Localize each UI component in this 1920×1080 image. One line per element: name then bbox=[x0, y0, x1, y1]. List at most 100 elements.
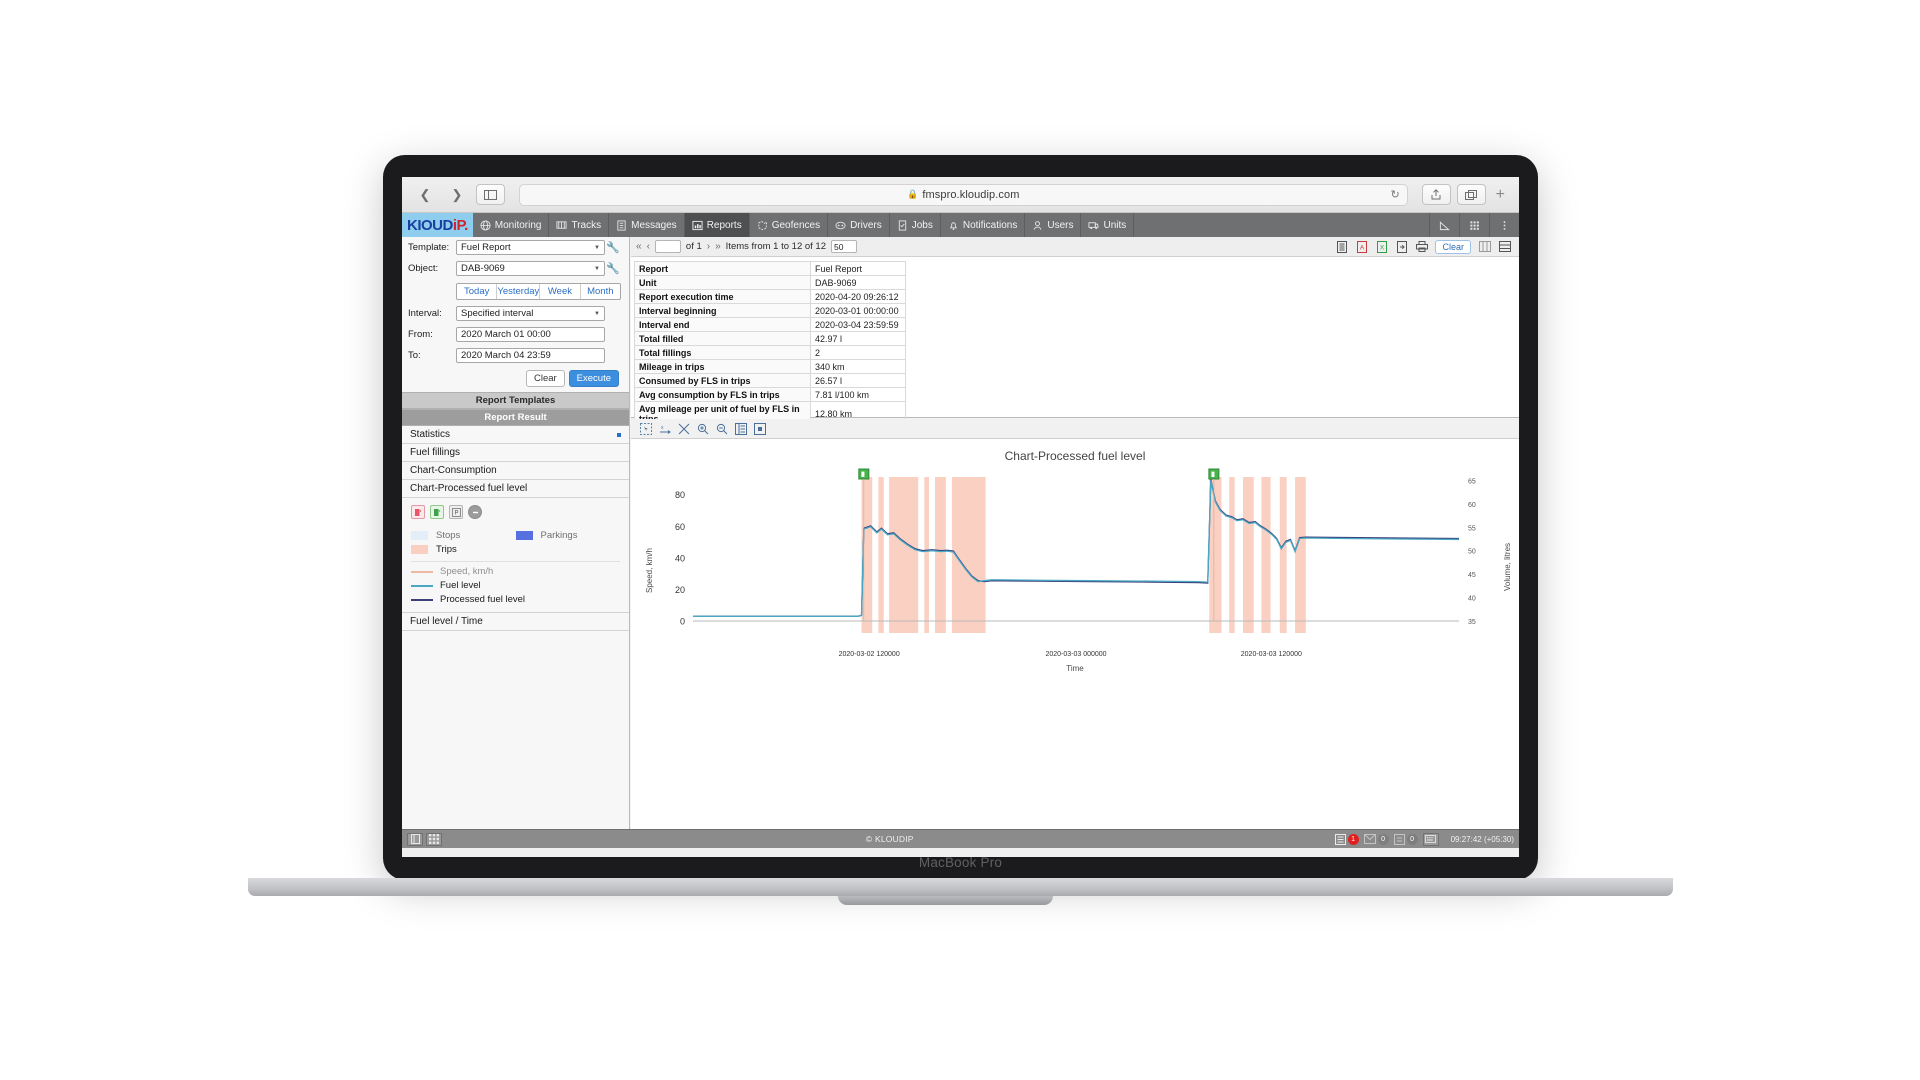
last-page-icon[interactable]: » bbox=[715, 241, 721, 252]
chart-svg: 0 20 40 60 80 35 40 45 50 55 60 65 bbox=[675, 468, 1476, 633]
template-select[interactable]: Fuel Report ▼ bbox=[456, 240, 605, 255]
table-row: Total fillings 2 bbox=[634, 345, 906, 360]
object-wrench-icon[interactable]: 🔧 bbox=[605, 262, 621, 275]
back-icon[interactable]: ❮ bbox=[412, 184, 438, 205]
columns-icon[interactable] bbox=[1478, 240, 1491, 253]
legend-row-speed: Speed, km/h bbox=[411, 566, 620, 577]
report-templates-header[interactable]: Report Templates bbox=[402, 392, 629, 409]
new-tab-icon[interactable] bbox=[1456, 184, 1486, 205]
nav-item-reports[interactable]: Reports bbox=[684, 213, 750, 237]
quick-range-yesterday[interactable]: Yesterday bbox=[497, 284, 541, 299]
nav-item-drivers[interactable]: Drivers bbox=[828, 213, 890, 237]
clock-text: 09:27:42 (+05:30) bbox=[1450, 834, 1514, 844]
accordion-label: Statistics bbox=[410, 429, 451, 440]
zoom-x-icon[interactable]: x bbox=[658, 422, 671, 435]
first-page-icon[interactable]: « bbox=[636, 241, 642, 252]
nav-item-notifications[interactable]: Notifications bbox=[941, 213, 1026, 237]
rows-icon[interactable] bbox=[1498, 240, 1511, 253]
export-file-icon[interactable] bbox=[1335, 240, 1348, 253]
quick-range-week[interactable]: Week bbox=[540, 284, 581, 299]
select-region-icon[interactable] bbox=[639, 422, 652, 435]
accordion-item-chart-consumption[interactable]: Chart-Consumption bbox=[402, 462, 629, 480]
sidebar-toggle-icon[interactable] bbox=[476, 184, 505, 205]
accordion-item-chart-processed-fuel-level[interactable]: Chart-Processed fuel level bbox=[402, 480, 629, 498]
nav-item-geofences[interactable]: Geofences bbox=[750, 213, 829, 237]
kloudip-logo[interactable]: KI OUD i P. bbox=[402, 213, 473, 237]
row-value: 26.57 l bbox=[810, 373, 906, 388]
zoom-in-icon[interactable] bbox=[696, 422, 709, 435]
keyboard-icon[interactable] bbox=[1422, 832, 1439, 846]
accordion-item-fuel-fillings[interactable]: Fuel fillings bbox=[402, 444, 629, 462]
reset-view-icon[interactable] bbox=[753, 422, 766, 435]
hide-markers-icon[interactable] bbox=[468, 505, 482, 519]
nav-item-messages[interactable]: Messages bbox=[609, 213, 685, 237]
logo-part-4: P. bbox=[456, 216, 469, 234]
events-counter[interactable]: 1 bbox=[1334, 833, 1359, 845]
legend-divider bbox=[411, 561, 620, 562]
legend-toggle-icon[interactable] bbox=[734, 422, 747, 435]
nav-item-jobs[interactable]: Jobs bbox=[890, 213, 941, 237]
nav-item-measure[interactable] bbox=[1429, 213, 1459, 237]
chevron-down-icon: ▼ bbox=[594, 244, 600, 251]
interval-select[interactable]: Specified interval ▼ bbox=[456, 306, 605, 321]
interval-value: Specified interval bbox=[461, 308, 534, 319]
nav-label: Reports bbox=[706, 219, 742, 231]
template-wrench-icon[interactable]: 🔧 bbox=[605, 241, 621, 254]
prev-page-icon[interactable]: ‹ bbox=[647, 241, 650, 252]
chart-legend: Stops Parkings Trips Speed, km/h Fuel le… bbox=[402, 525, 629, 612]
interval-label: Interval: bbox=[408, 308, 442, 319]
export-excel-icon[interactable]: X bbox=[1375, 240, 1388, 253]
quick-range-month[interactable]: Month bbox=[581, 284, 620, 299]
svg-text:20: 20 bbox=[675, 585, 685, 595]
reload-icon[interactable]: ↻ bbox=[1390, 188, 1399, 201]
execute-button[interactable]: Execute bbox=[568, 370, 619, 387]
plus-icon[interactable]: + bbox=[1492, 186, 1509, 204]
nav-item-tracks[interactable]: Tracks bbox=[549, 213, 610, 237]
zoom-out-icon[interactable] bbox=[715, 422, 728, 435]
accordion-item-statistics[interactable]: Statistics bbox=[402, 426, 629, 444]
nav-label: Tracks bbox=[571, 219, 602, 231]
row-value: 340 km bbox=[810, 359, 906, 374]
quick-range-today[interactable]: Today bbox=[457, 284, 498, 299]
to-input[interactable]: 2020 March 04 23:59 bbox=[456, 348, 605, 363]
zoom-xy-icon[interactable] bbox=[677, 422, 690, 435]
from-input[interactable]: 2020 March 01 00:00 bbox=[456, 327, 605, 342]
svg-text:55: 55 bbox=[1468, 525, 1476, 532]
screen: ❮ ❯ 🔒 fmspro.kloudip.com ↻ + KIOUDiP. bbox=[402, 177, 1519, 857]
import-icon[interactable] bbox=[1395, 240, 1408, 253]
next-page-icon[interactable]: › bbox=[707, 241, 710, 252]
chevron-down-icon: ▼ bbox=[594, 265, 600, 272]
chart-marker-toolbar: P bbox=[402, 498, 629, 525]
object-select[interactable]: DAB-9069 ▼ bbox=[456, 261, 605, 276]
nav-item-apps[interactable] bbox=[1459, 213, 1489, 237]
geofence-icon bbox=[758, 220, 767, 230]
parkings-swatch bbox=[515, 531, 533, 540]
nav-item-users[interactable]: Users bbox=[1025, 213, 1082, 237]
laptop-mockup: ❮ ❯ 🔒 fmspro.kloudip.com ↻ + KIOUDiP. bbox=[248, 155, 1673, 915]
legend-trips: Trips bbox=[411, 544, 543, 555]
messages-counter[interactable]: 0 bbox=[1363, 833, 1389, 845]
fuel-level-time-item[interactable]: Fuel level / Time bbox=[402, 612, 629, 631]
notifications-counter[interactable]: 0 bbox=[1393, 833, 1418, 845]
forward-icon[interactable]: ❯ bbox=[444, 184, 470, 205]
user-icon bbox=[1033, 220, 1042, 230]
nav-item-more[interactable] bbox=[1489, 213, 1519, 237]
export-pdf-icon[interactable]: A bbox=[1355, 240, 1368, 253]
print-icon[interactable] bbox=[1415, 240, 1428, 253]
grid-view-icon[interactable] bbox=[426, 832, 442, 846]
report-result-header[interactable]: Report Result bbox=[402, 409, 629, 426]
nav-item-units[interactable]: Units bbox=[1081, 213, 1135, 237]
page-number-input[interactable] bbox=[654, 240, 681, 253]
fuel-theft-icon[interactable] bbox=[430, 505, 444, 519]
panel-toggle-icon[interactable] bbox=[407, 832, 423, 846]
page-size-select[interactable]: 50 bbox=[831, 240, 857, 253]
nav-item-monitoring[interactable]: Monitoring bbox=[473, 213, 550, 237]
y2-axis-label: Volume, litres bbox=[1503, 542, 1512, 591]
row-key: Report bbox=[634, 261, 811, 276]
report-clear-button[interactable]: Clear bbox=[1435, 239, 1471, 254]
share-icon[interactable] bbox=[1421, 184, 1451, 205]
fuel-filling-icon[interactable] bbox=[411, 505, 425, 519]
clear-button[interactable]: Clear bbox=[525, 370, 565, 387]
address-bar[interactable]: 🔒 fmspro.kloudip.com ↻ bbox=[519, 183, 1408, 206]
parking-marker-icon[interactable]: P bbox=[449, 505, 463, 519]
